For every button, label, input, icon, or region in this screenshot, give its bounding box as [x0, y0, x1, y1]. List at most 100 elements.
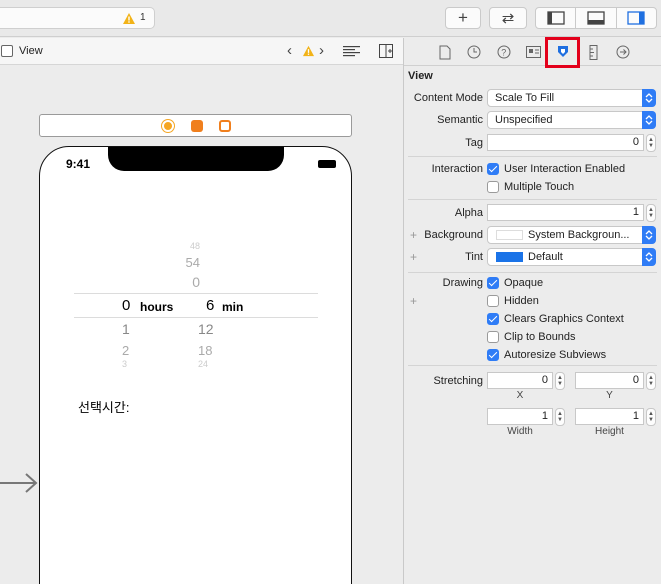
picker-hours-value: 48 — [189, 241, 200, 251]
plus-icon: + — [458, 8, 468, 27]
alpha-label: Alpha — [454, 207, 483, 219]
first-responder-icon[interactable] — [191, 120, 203, 132]
clears-graphics-checkbox[interactable] — [487, 313, 499, 325]
opaque-checkbox[interactable] — [487, 277, 499, 289]
file-icon — [439, 45, 451, 59]
device-frame[interactable]: 9:41 48 54 0 0 hours 6 min 1 2 3 12 18 2… — [39, 146, 352, 584]
separator — [408, 272, 657, 273]
add-variation-icon[interactable]: + — [410, 250, 417, 264]
user-interaction-checkbox[interactable] — [487, 163, 499, 175]
identity-inspector-tab[interactable] — [525, 44, 541, 60]
add-variation-icon[interactable]: + — [410, 228, 417, 242]
tag-stepper[interactable]: ▲ ▼ — [646, 134, 656, 152]
hidden-checkbox[interactable] — [487, 295, 499, 307]
background-label: Background — [424, 229, 483, 241]
lines-menu-icon[interactable] — [343, 45, 360, 58]
right-panel-icon — [627, 11, 645, 25]
content-mode-value: Scale To Fill — [495, 92, 555, 104]
connections-inspector-tab[interactable] — [615, 44, 631, 60]
semantic-popup[interactable]: Unspecified — [487, 111, 656, 129]
activity-status[interactable]: 1 — [0, 7, 155, 29]
selected-time-label: 선택시간: — [78, 400, 130, 415]
multiple-touch-checkbox[interactable] — [487, 181, 499, 193]
jump-bar: View ‹ › — [0, 38, 403, 65]
warning-icon[interactable] — [302, 45, 315, 57]
inspector-toggle-button[interactable] — [617, 8, 656, 28]
left-panel-icon — [547, 11, 565, 25]
alpha-field[interactable]: 1 — [487, 204, 644, 221]
debug-area-toggle-button[interactable] — [576, 8, 617, 28]
attributes-inspector: ? View Content Mode Scale To Fill Semant… — [404, 37, 661, 584]
warning-icon[interactable] — [122, 12, 136, 25]
updown-chevron-icon — [642, 111, 656, 129]
history-inspector-tab[interactable] — [466, 44, 482, 60]
tag-field[interactable]: 0 — [487, 134, 644, 151]
stretching-y-stepper[interactable]: ▲ ▼ — [646, 372, 656, 390]
autoresize-label: Autoresize Subviews — [504, 349, 607, 361]
background-popup[interactable]: System Backgroun... — [487, 226, 656, 244]
bottom-panel-icon — [587, 11, 605, 25]
picker-min-value: 18 — [198, 343, 213, 358]
code-review-button[interactable]: ⇄ — [489, 7, 527, 29]
alpha-stepper[interactable]: ▲ ▼ — [646, 204, 656, 222]
next-issue-icon[interactable]: › — [319, 42, 324, 59]
picker-hours-value: 2 — [122, 343, 130, 358]
height-caption: Height — [595, 426, 624, 437]
stretching-height-field[interactable]: 1 — [575, 408, 644, 425]
stretching-height-stepper[interactable]: ▲ ▼ — [646, 408, 656, 426]
arrow-circle-icon — [616, 45, 630, 59]
stretching-y-field[interactable]: 0 — [575, 372, 644, 389]
background-value: System Backgroun... — [528, 229, 630, 241]
picker-selected-hours: 0 — [122, 297, 131, 314]
swap-arrows-icon: ⇄ — [501, 10, 515, 27]
picker-selected-min: 6 — [206, 297, 215, 314]
exit-icon[interactable] — [219, 120, 231, 132]
user-interaction-label: User Interaction Enabled — [504, 163, 626, 175]
multiple-touch-label: Multiple Touch — [504, 181, 575, 193]
view-controller-icon[interactable] — [162, 120, 174, 132]
add-variation-icon[interactable]: + — [410, 294, 417, 308]
navigator-toggle-button[interactable] — [536, 8, 577, 28]
file-inspector-tab[interactable] — [437, 44, 453, 60]
picker-hours-value: 3 — [122, 359, 128, 369]
countdown-picker[interactable]: 48 54 0 0 hours 6 min 1 2 3 12 18 24 — [74, 237, 318, 372]
warning-count: 1 — [140, 12, 146, 23]
updown-chevron-icon — [642, 226, 656, 244]
x-caption: X — [516, 390, 524, 401]
clock-icon — [467, 45, 481, 59]
autoresize-checkbox[interactable] — [487, 349, 499, 361]
picker-hours-unit: hours — [140, 300, 174, 314]
content-mode-popup[interactable]: Scale To Fill — [487, 89, 656, 107]
separator — [408, 365, 657, 366]
stretching-x-stepper[interactable]: ▲ ▼ — [555, 372, 565, 390]
tint-popup[interactable]: Default — [487, 248, 656, 266]
stretching-width-field[interactable]: 1 — [487, 408, 553, 425]
add-editor-icon[interactable] — [379, 44, 393, 58]
attributes-slider-icon — [558, 46, 568, 57]
help-inspector-tab[interactable]: ? — [496, 44, 512, 60]
identity-card-icon — [525, 46, 541, 58]
drawing-label: Drawing — [442, 277, 483, 289]
previous-issue-icon[interactable]: ‹ — [287, 42, 292, 59]
stretching-width-value: 1 — [541, 410, 548, 422]
size-inspector-tab[interactable] — [585, 44, 601, 60]
entry-point-arrow-icon[interactable] — [0, 473, 40, 493]
picker-selection-bottom — [74, 317, 318, 318]
updown-chevron-icon — [642, 248, 656, 266]
opaque-label: Opaque — [504, 277, 544, 289]
picker-min-value: 12 — [198, 321, 214, 337]
clip-to-bounds-checkbox[interactable] — [487, 331, 499, 343]
tint-value: Default — [528, 251, 563, 263]
clears-graphics-label: Clears Graphics Context — [504, 313, 624, 325]
stretching-height-value: 1 — [632, 410, 639, 422]
stretching-width-stepper[interactable]: ▲ ▼ — [555, 408, 565, 426]
attributes-inspector-tab[interactable] — [555, 44, 571, 60]
picker-hours-value: 0 — [192, 274, 200, 290]
svg-text:?: ? — [501, 48, 506, 58]
stretching-x-field[interactable]: 0 — [487, 372, 553, 389]
scene-dock[interactable] — [39, 114, 352, 137]
picker-min-value: 24 — [198, 359, 209, 369]
jump-bar-title[interactable]: View — [19, 45, 43, 57]
toolbar: 1 + ⇄ — [0, 0, 661, 37]
library-button[interactable]: + — [445, 7, 481, 29]
